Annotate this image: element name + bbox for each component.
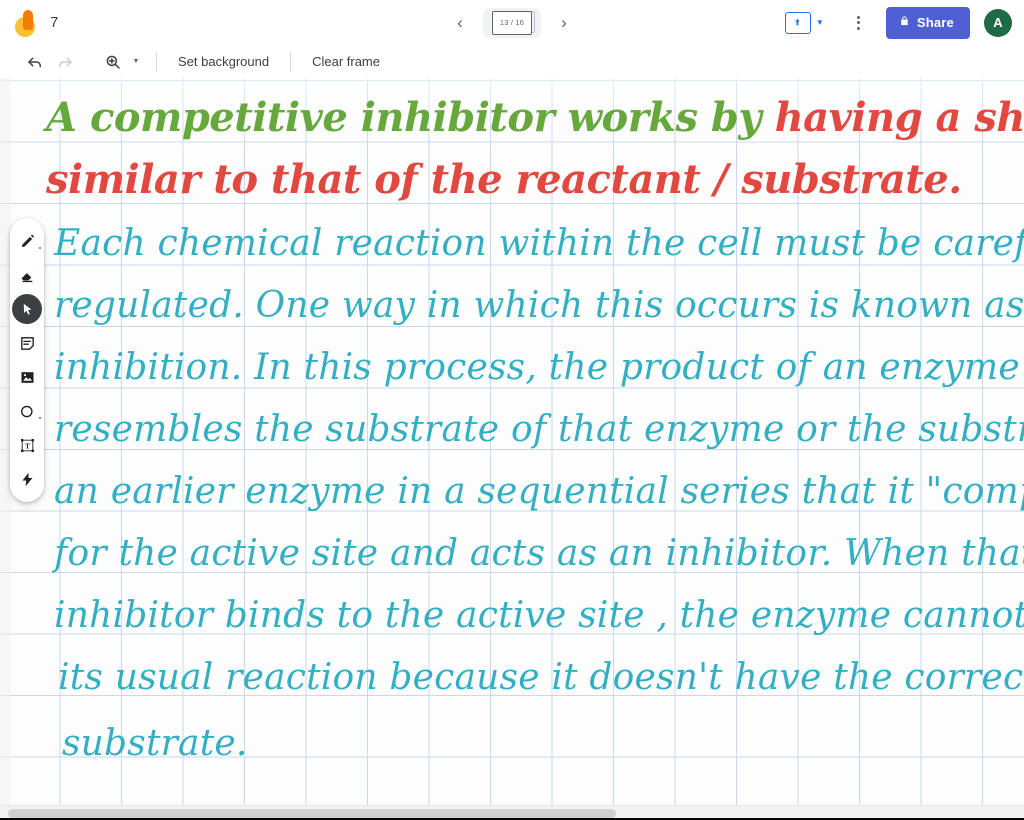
heading-line-2-red: similar to that of the reactant / substr… bbox=[46, 156, 962, 203]
body-line-8: its usual reaction because it doesn't ha… bbox=[58, 657, 1024, 698]
pen-icon bbox=[21, 234, 34, 247]
zoom-magnifier-icon bbox=[106, 55, 120, 69]
frame-thumb-icon: 13 / 16 bbox=[492, 10, 532, 35]
shape-tool[interactable] bbox=[12, 396, 42, 426]
body-line-2: regulated. One way in which this occurs … bbox=[54, 285, 1024, 326]
heading-line-2: similar to that of the reactant / substr… bbox=[46, 156, 1024, 203]
jamboard-logo-icon bbox=[14, 8, 40, 38]
clear-frame-button[interactable]: Clear frame bbox=[303, 49, 389, 74]
avatar[interactable]: A bbox=[984, 8, 1012, 37]
redo-button[interactable] bbox=[50, 47, 80, 77]
body-line-7: inhibitor binds to the active site , the… bbox=[54, 595, 1024, 636]
document-title[interactable]: 7 bbox=[50, 14, 59, 31]
frame-navigation: ‹ 13 / 16 › bbox=[447, 0, 577, 45]
laser-pointer-icon bbox=[22, 472, 32, 486]
pen-color-dot-icon bbox=[39, 247, 41, 249]
present-group: ▼ bbox=[782, 7, 832, 39]
body-line-6: for the active site and acts as an inhib… bbox=[54, 533, 1024, 574]
secondary-toolbar: ▼ Set background Clear frame bbox=[0, 45, 1024, 78]
eraser-tool[interactable] bbox=[12, 260, 42, 290]
pen-tool[interactable] bbox=[12, 226, 42, 256]
undo-button[interactable] bbox=[20, 47, 50, 77]
zoom-chevron-down-icon[interactable]: ▼ bbox=[128, 58, 144, 65]
text-box-tool[interactable]: T bbox=[12, 430, 42, 460]
tool-rail: T bbox=[10, 218, 44, 502]
shape-caret-dot-icon bbox=[39, 417, 41, 419]
jam-canvas[interactable]: A competitive inhibitor works by having … bbox=[0, 78, 1024, 805]
image-icon bbox=[20, 371, 34, 383]
redo-icon bbox=[59, 57, 72, 67]
sticky-note-tool[interactable] bbox=[12, 328, 42, 358]
share-button[interactable]: Share bbox=[885, 6, 970, 39]
zoom-group: ▼ bbox=[98, 47, 144, 77]
lock-icon bbox=[899, 15, 910, 30]
present-screen-icon[interactable] bbox=[784, 11, 811, 34]
sticky-note-icon bbox=[20, 336, 34, 350]
heading-line-1-green: A competitive inhibitor works by bbox=[46, 94, 762, 141]
jamboard-app: 7 ‹ 13 / 16 › ▼ Share A ▼ Set background… bbox=[0, 0, 1024, 820]
prev-frame-button[interactable]: ‹ bbox=[447, 10, 473, 36]
horizontal-scrollbar[interactable] bbox=[8, 809, 616, 818]
text-box-icon: T bbox=[20, 438, 34, 452]
circle-shape-icon bbox=[20, 405, 33, 417]
top-bar-left: 7 bbox=[0, 8, 59, 38]
top-bar: 7 ‹ 13 / 16 › ▼ Share A bbox=[0, 0, 1024, 45]
cursor-arrow-icon bbox=[23, 303, 31, 315]
body-line-4: resembles the substrate of that enzyme o… bbox=[54, 409, 1024, 450]
zoom-button[interactable] bbox=[98, 47, 128, 77]
select-tool[interactable] bbox=[12, 294, 42, 324]
frame-counter-button[interactable]: 13 / 16 bbox=[483, 7, 541, 38]
toolbar-divider-1 bbox=[156, 51, 157, 72]
body-line-1: Each chemical reaction within the cell m… bbox=[54, 223, 1024, 264]
body-line-9: substrate. bbox=[62, 723, 248, 764]
image-tool[interactable] bbox=[12, 362, 42, 392]
chevron-down-icon[interactable]: ▼ bbox=[813, 18, 827, 27]
heading-line-1-red: having a shape bbox=[774, 94, 1024, 141]
laser-pointer-tool[interactable] bbox=[12, 464, 42, 494]
set-background-button[interactable]: Set background bbox=[169, 49, 278, 74]
body-line-5: an earlier enzyme in a sequential series… bbox=[54, 471, 1024, 512]
share-label: Share bbox=[916, 15, 954, 30]
heading-line-1: A competitive inhibitor works by having … bbox=[46, 94, 1024, 141]
top-bar-right: ▼ Share A bbox=[782, 0, 1012, 45]
more-options-button[interactable] bbox=[844, 8, 874, 38]
body-line-3: inhibition. In this process, the product… bbox=[54, 347, 1024, 388]
undo-icon bbox=[28, 57, 41, 67]
eraser-icon bbox=[20, 272, 32, 282]
next-frame-button[interactable]: › bbox=[551, 10, 577, 36]
svg-text:T: T bbox=[25, 441, 30, 450]
frame-counter-label: 13 / 16 bbox=[499, 18, 525, 27]
toolbar-divider-2 bbox=[290, 51, 292, 72]
